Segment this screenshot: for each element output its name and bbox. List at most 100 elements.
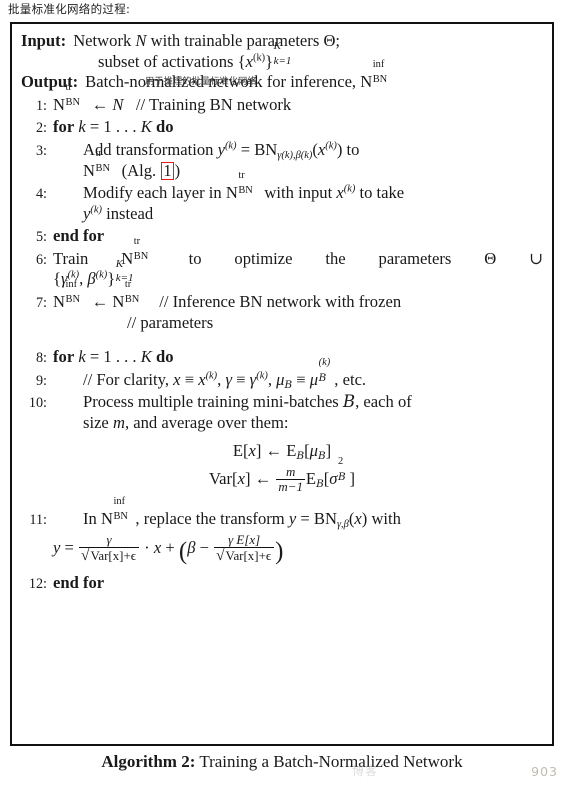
step11-bn-arg: (x)	[348, 509, 368, 529]
eq2-fraction: m m−1	[276, 465, 305, 494]
step11-formula: y = γ √Var[x]+ϵ · x + (β − γ E[x] √Var[x…	[21, 531, 543, 565]
step9-comma-2: ,	[267, 369, 277, 389]
eq2-arrow: ←	[254, 469, 272, 489]
caption-label: Algorithm 2:	[101, 752, 196, 771]
step11-bn-sub: γ,β	[336, 519, 349, 531]
algorithm-caption: Algorithm 2: Training a Batch-Normalized…	[0, 752, 564, 772]
step6-N-group: Ntr BN	[121, 236, 155, 270]
algorithm-step-6-continuation: {γ(k), β(k)} Kk=1	[21, 258, 543, 290]
algorithm-step-7-continuation: // parameters	[127, 312, 214, 332]
input-set-superscript: (k)	[252, 52, 266, 64]
step4-N-scripts: tr BN	[238, 170, 260, 198]
step1-lhs-N: N	[53, 94, 65, 114]
output-network-symbol: N	[360, 72, 373, 92]
step3-arg-sup: (k)	[325, 140, 337, 152]
step7-rhs-N: N	[112, 292, 125, 312]
formula-paren-open: (	[178, 537, 188, 565]
step-number: 6:	[35, 251, 47, 268]
output-network-sub: BN	[372, 74, 388, 86]
page-root: 批量标准化网络的过程: Input: Network N with traina…	[0, 0, 564, 793]
step8-index-var: k	[78, 347, 86, 367]
algorithm-step-10: 10: Process multiple training mini-batch…	[21, 392, 543, 413]
step-body: end for	[53, 573, 105, 593]
step8-range-end: K	[140, 347, 152, 367]
algorithm-input-row: Input: Network N with trainable paramete…	[21, 31, 543, 52]
input-text-post: with trainable parameters	[146, 31, 324, 50]
step-body: Modify each layer in Ntr BN with input x(…	[53, 170, 543, 204]
input-set-x: x	[245, 51, 253, 71]
step1-lhs-scripts: tr BN	[65, 82, 87, 109]
step1-lhs-sub: BN	[65, 96, 80, 108]
input-set-open: {	[237, 51, 246, 71]
step11-N-sub: BN	[113, 511, 128, 523]
step11-N: N	[100, 509, 113, 529]
step10-cont-a: size	[83, 413, 113, 433]
step6-optimize: optimize	[234, 248, 293, 268]
algorithm-step-5: 5: end for	[21, 226, 543, 247]
step7-rhs-sub: BN	[124, 294, 140, 306]
step9-muk-sup: (k)	[318, 357, 331, 369]
step7-rhs-scripts: tr BN	[124, 279, 147, 307]
step1-comment: // Training BN network	[135, 94, 292, 114]
step6-set-close: }	[107, 269, 116, 289]
step3-alg-ref-close: )	[174, 160, 181, 180]
step11-N-sup: inf	[113, 496, 126, 508]
algorithm-step-3-continuation: Ntr BN (Alg. 1)	[21, 148, 543, 182]
input-theta: Θ	[323, 31, 336, 50]
step9-xk: x	[198, 369, 206, 389]
step6-beta-sup: (k)	[95, 270, 108, 281]
step4-cont-y-sup: (k)	[90, 204, 102, 216]
step3-equals: =	[236, 139, 255, 159]
step-number: 2:	[35, 120, 47, 137]
input-continuation-row: subset of activations {x(k)} Kk=1	[21, 40, 543, 73]
step11-bn: BN	[313, 509, 337, 529]
input-set-close: }	[265, 51, 274, 71]
step-number: 11:	[29, 512, 47, 529]
step4-N: N	[225, 183, 238, 203]
step7-lhs-sup: inf	[65, 279, 78, 291]
step4-x-sup: (k)	[343, 183, 356, 195]
step2-index-var: k	[78, 117, 86, 137]
algorithm-step-6: 6: Train Ntr BN to optimize the parameter…	[21, 236, 543, 270]
step3-tail: to	[342, 139, 360, 159]
step6-to: to	[188, 248, 202, 268]
caption-text: Training a Batch-Normalized Network	[195, 752, 463, 771]
step9-equiv-2: ≡	[232, 369, 250, 389]
step4-x: x	[336, 183, 344, 203]
step10-batch-symbol: B	[342, 392, 356, 412]
step9-muk-sub: B	[318, 371, 327, 384]
step7-lhs-N: N	[53, 292, 65, 312]
formula-equals: =	[64, 537, 74, 557]
step9-equiv-1: ≡	[180, 369, 199, 389]
input-subset-text: subset of activations	[98, 51, 238, 71]
formula-frac2-num: γ E[x]	[214, 531, 275, 548]
step3-y: y	[217, 139, 225, 159]
input-set-limit-lower: k=1	[273, 54, 292, 67]
step4-text-a: Modify each layer in	[83, 183, 226, 203]
step-body: // For clarity, x ≡ x(k), γ ≡ γ(k), μB ≡…	[53, 357, 543, 391]
formula-frac2-num-text: γ E[x]	[228, 531, 261, 547]
step2-range: = 1 . . .	[85, 117, 141, 137]
chinese-caption: 批量标准化网络的过程:	[8, 2, 131, 16]
step11-N-scripts: inf BN	[113, 497, 135, 524]
formula-paren-close: )	[275, 537, 284, 565]
step-number: 12:	[28, 576, 47, 593]
step6-parameters: parameters	[378, 248, 452, 268]
step-number: 8:	[35, 350, 47, 367]
step-number: 10:	[28, 395, 47, 412]
eq2-frac-numerator: m	[276, 465, 305, 481]
step-body: Process multiple training mini-batches B…	[53, 392, 543, 413]
step2-for-keyword: for	[53, 117, 75, 137]
step-number: 7:	[35, 295, 47, 312]
step3-bn: BN	[254, 139, 278, 159]
step6-train: Train	[53, 248, 89, 268]
step11-text-b: , replace the transform	[135, 509, 289, 529]
step4-cont-text: instead	[101, 203, 154, 223]
algorithm-step-10-continuation: size m, and average over them:	[21, 413, 543, 434]
step-body: for k = 1 . . . K do	[53, 347, 543, 368]
eq1-arrow: ←	[265, 440, 283, 460]
eq1-lhs: E[x]	[232, 440, 262, 460]
equation-variance: Var[x] ← m m−1 EB[σ 2 B]	[21, 456, 543, 494]
step6-theta: Θ	[484, 248, 497, 268]
algorithm-reference-highlight[interactable]: 1	[160, 161, 175, 181]
